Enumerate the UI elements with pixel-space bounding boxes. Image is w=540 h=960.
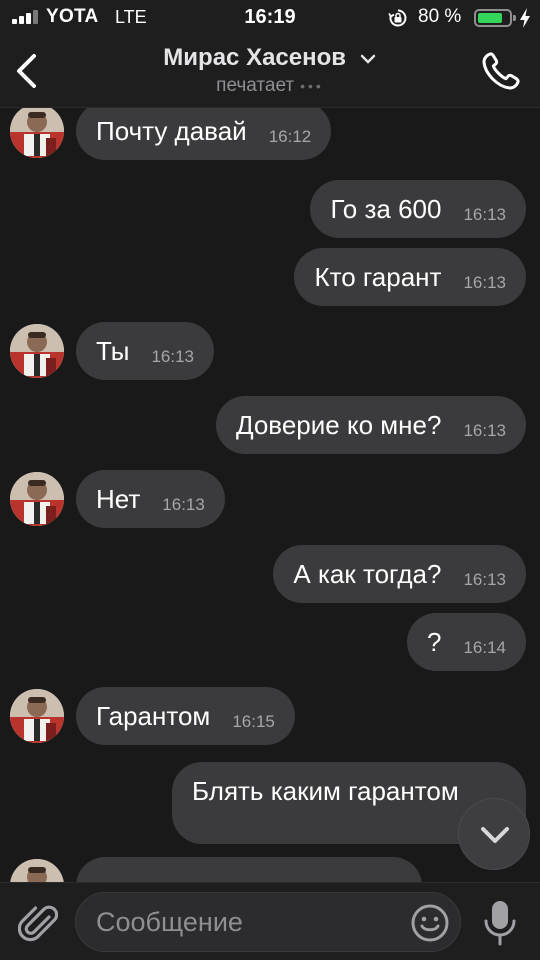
scroll-to-bottom-button[interactable] xyxy=(458,798,530,870)
message-time: 16:13 xyxy=(151,347,194,366)
incoming-message[interactable]: Ты 16:13 xyxy=(76,322,214,380)
message-input[interactable] xyxy=(96,893,396,951)
battery-icon xyxy=(474,9,516,27)
avatar[interactable] xyxy=(10,324,64,378)
phone-icon[interactable] xyxy=(480,50,522,92)
smiley-icon[interactable] xyxy=(410,903,450,943)
message-text: Доверие ко мне? xyxy=(235,409,442,440)
incoming-message[interactable] xyxy=(76,857,422,882)
message-time: 16:13 xyxy=(463,421,506,440)
typing-dots: ••• xyxy=(300,78,324,94)
message-list[interactable]: Почту давай 16:12 Го за 600 16:13 Кто гарант… xyxy=(0,108,540,882)
message-text: Ты xyxy=(96,335,130,366)
message-field[interactable] xyxy=(75,892,461,952)
status-bar: YOTA LTE 16:19 80 % xyxy=(0,0,540,36)
message-text: Нет xyxy=(96,483,141,514)
message-time: 16:13 xyxy=(463,273,506,292)
message-time: 16:14 xyxy=(463,638,506,657)
outgoing-message[interactable]: Доверие ко мне? 16:13 xyxy=(215,396,526,454)
avatar[interactable] xyxy=(10,689,64,743)
composer-bar xyxy=(0,882,540,960)
message-text: Гарантом xyxy=(96,700,211,731)
incoming-message[interactable]: Нет 16:13 xyxy=(76,470,225,528)
message-time: 16:13 xyxy=(463,570,506,589)
message-time: 16:13 xyxy=(162,495,205,514)
message-text: Го за 600 xyxy=(330,193,442,224)
outgoing-message[interactable]: Го за 600 16:13 xyxy=(310,180,526,238)
message-time: 16:13 xyxy=(463,205,506,224)
outgoing-message[interactable]: А как тогда? 16:13 xyxy=(273,545,526,603)
battery-percent: 80 % xyxy=(418,6,462,27)
typing-status: печатает ••• xyxy=(0,75,540,97)
incoming-message[interactable]: Гарантом 16:15 xyxy=(76,687,295,745)
message-text: Кто гарант xyxy=(314,261,442,292)
contact-title[interactable]: Мирас Хасенов xyxy=(0,44,540,72)
message-text: А как тогда? xyxy=(293,558,442,589)
bolt-icon xyxy=(520,8,530,28)
chat-header: Мирас Хасенов печатает ••• xyxy=(0,36,540,108)
outgoing-message[interactable]: Кто гарант 16:13 xyxy=(294,248,526,306)
scroll-down-chevron-icon xyxy=(481,827,509,843)
avatar[interactable] xyxy=(10,859,64,882)
typing-status-text: печатает xyxy=(216,75,295,96)
message-time: 16:12 xyxy=(268,127,312,146)
outgoing-message[interactable]: ? 16:14 xyxy=(406,613,526,671)
incoming-message[interactable]: Почту давай 16:12 xyxy=(76,108,332,160)
lock-rotation-icon xyxy=(388,9,407,27)
message-text: Блять каким гарантом xyxy=(192,776,459,806)
message-time: 16:15 xyxy=(232,712,275,731)
message-text: Почту давай xyxy=(96,115,247,146)
paperclip-icon[interactable] xyxy=(18,901,58,945)
microphone-icon[interactable] xyxy=(482,899,518,947)
avatar[interactable] xyxy=(10,108,64,158)
avatar[interactable] xyxy=(10,472,64,526)
message-text: ? xyxy=(426,626,442,657)
contact-name: Мирас Хасенов xyxy=(163,44,347,71)
chevron-down-icon xyxy=(360,54,375,64)
